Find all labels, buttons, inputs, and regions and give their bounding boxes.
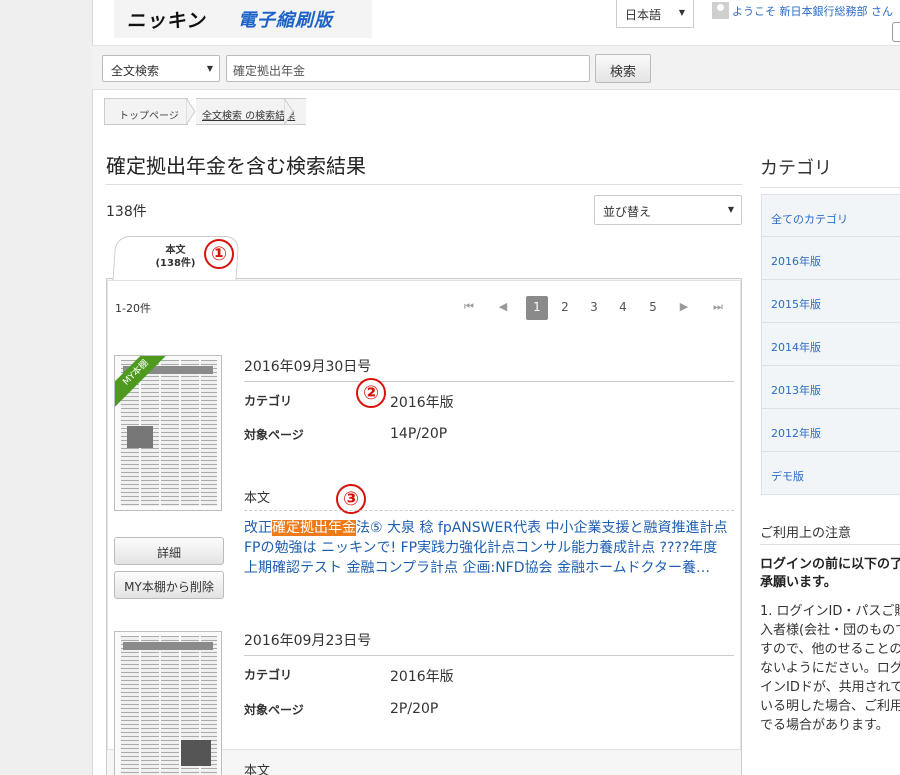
breadcrumb-separator-icon	[186, 98, 196, 125]
language-select[interactable]: 日本語 ▼	[616, 0, 694, 28]
newspaper-thumbnail[interactable]	[114, 631, 222, 775]
newspaper-thumbnail[interactable]: MY本棚	[114, 355, 222, 511]
chevron-down-icon: ▼	[727, 205, 734, 214]
breadcrumb-end-icon	[284, 98, 294, 125]
snippet-prefix: 改正	[244, 520, 272, 536]
result-snippet[interactable]: 改正確定拠出年金法⑤ 大泉 稔 fpANSWER代表 中小企業支援と融資推進計点…	[244, 518, 728, 578]
header-edge-button[interactable]	[892, 22, 900, 42]
pager-page-5[interactable]: 5	[644, 296, 662, 320]
header: ニッキン 電子縮刷版 日本語 ▼ ようこそ 新日本銀行総務部 さん	[92, 0, 900, 45]
user-avatar-icon	[712, 2, 729, 19]
item-divider	[244, 655, 734, 656]
result-range: 1-20件	[115, 302, 151, 315]
sidebar-category-2016[interactable]: 2016年版	[761, 237, 900, 280]
search-button[interactable]: 検索	[595, 54, 651, 83]
logo-secondary: 電子縮刷版	[238, 10, 333, 31]
search-bar: 全文検索 ▼ 確定拠出年金 検索	[92, 45, 900, 90]
detail-button[interactable]: 詳細	[114, 537, 224, 565]
category-sidebar-title: カテゴリ	[760, 158, 832, 179]
issue-date: 2016年09月30日号	[244, 359, 372, 375]
pager-page-3[interactable]: 3	[585, 296, 603, 320]
target-page-value: 2P/20P	[390, 701, 439, 717]
user-greeting-link[interactable]: ようこそ 新日本銀行総務部 さん	[732, 3, 893, 19]
sidebar-category-demo[interactable]: デモ版	[761, 452, 900, 495]
annotation-marker-1: ①	[204, 239, 234, 269]
chevron-down-icon: ▼	[678, 8, 685, 17]
notice-divider	[760, 544, 900, 545]
logo[interactable]: ニッキン 電子縮刷版	[114, 0, 372, 38]
pager-page-2[interactable]: 2	[556, 296, 574, 320]
category-value: 2016年版	[390, 669, 454, 685]
body-text-label: 本文	[244, 491, 271, 506]
sidebar-category-2013[interactable]: 2013年版	[761, 366, 900, 409]
search-input[interactable]: 確定拠出年金	[226, 55, 590, 82]
pager-next-icon[interactable]: ▶	[675, 296, 693, 320]
annotation-marker-2: ②	[356, 378, 386, 408]
pager-first-icon[interactable]: ⏮	[460, 296, 478, 320]
category-value: 2016年版	[390, 395, 454, 411]
sidebar-category-2012[interactable]: 2012年版	[761, 409, 900, 452]
target-page-label: 対象ページ	[244, 703, 304, 717]
issue-date: 2016年09月23日号	[244, 633, 372, 649]
notice-body: 1. ログインID・パスご購入者様(会社・団のものですので、他のせることのないよ…	[760, 604, 900, 733]
breadcrumb-home[interactable]: トップページ	[104, 98, 188, 125]
sidebar-category-2014[interactable]: 2014年版	[761, 323, 900, 366]
sidebar-category-2015[interactable]: 2015年版	[761, 280, 900, 323]
snippet-highlight: 確定拠出年金	[272, 520, 356, 536]
result-count: 138件	[106, 204, 147, 220]
category-label: カテゴリ	[244, 668, 293, 682]
category-label: カテゴリ	[244, 394, 293, 408]
tab-label-line1: 本文	[165, 245, 186, 256]
sidebar-category-all[interactable]: 全てのカテゴリ	[761, 194, 900, 237]
language-value: 日本語	[625, 8, 662, 22]
item-divider	[244, 381, 734, 382]
chevron-down-icon: ▼	[206, 64, 213, 73]
pager-page-1[interactable]: 1	[526, 296, 548, 320]
target-page-value: 14P/20P	[390, 426, 448, 442]
search-type-value: 全文検索	[111, 64, 160, 78]
remove-from-bookshelf-button[interactable]: MY本棚から削除	[114, 571, 224, 599]
sidebar-divider	[760, 187, 900, 188]
pager-last-icon[interactable]: ⏭	[709, 296, 727, 320]
sort-select[interactable]: 並び替え ▼	[594, 195, 742, 225]
pager-page-4[interactable]: 4	[614, 296, 632, 320]
page-title: 確定拠出年金を含む検索結果	[106, 154, 366, 178]
title-divider	[106, 184, 742, 185]
body-divider	[244, 510, 734, 511]
pager-prev-icon[interactable]: ◀	[494, 296, 512, 320]
tab-label-line2: (138件)	[155, 258, 196, 269]
body-text-label: 本文	[244, 764, 271, 775]
search-type-select[interactable]: 全文検索 ▼	[102, 55, 220, 82]
sort-value: 並び替え	[603, 205, 652, 219]
notice-title: ご利用上の注意	[760, 526, 852, 541]
target-page-label: 対象ページ	[244, 428, 304, 442]
logo-primary: ニッキン	[126, 10, 209, 32]
tab-body-text-label: 本文 (138件)	[138, 244, 213, 270]
notice-heading: ログインの前に以下の了承願います。	[760, 557, 900, 590]
